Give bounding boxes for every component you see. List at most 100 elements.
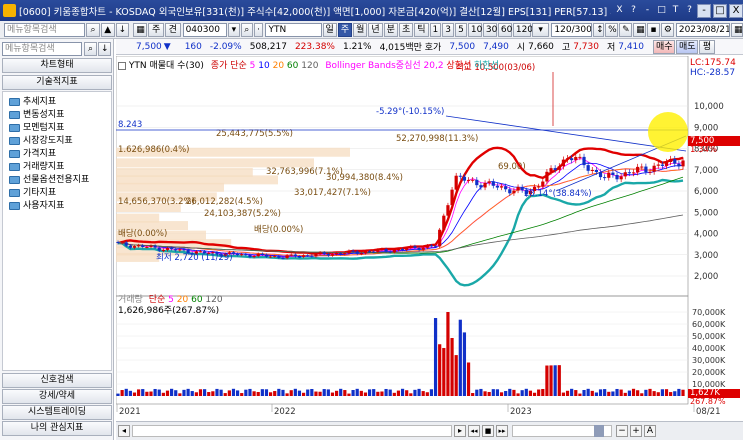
sell-button[interactable]: 매도: [676, 39, 698, 54]
interval-30[interactable]: 30: [482, 22, 497, 37]
help2-icon[interactable]: ?: [684, 5, 695, 16]
restore-small-icon[interactable]: □: [656, 5, 667, 16]
volume-bar: [124, 388, 128, 396]
indicator-search-input[interactable]: 메뉴항목검색: [2, 42, 82, 56]
tab-day[interactable]: 일: [322, 22, 337, 37]
tab-month[interactable]: 월: [353, 22, 368, 37]
volume-bar: [211, 391, 215, 396]
play-forward-icon[interactable]: ▸▸: [496, 425, 508, 437]
interval-3[interactable]: 3: [442, 22, 455, 37]
tab-week[interactable]: 주: [337, 22, 353, 37]
lock-icon[interactable]: ·: [253, 22, 264, 37]
zoom-out-icon[interactable]: −: [616, 425, 628, 437]
stop-icon[interactable]: ■: [482, 425, 494, 437]
volume-bar: [532, 392, 537, 396]
candle-body: [244, 254, 248, 256]
scroll-right-icon[interactable]: ▸: [454, 425, 466, 437]
interval-1[interactable]: 1: [429, 22, 442, 37]
settings-icon[interactable]: ⚙: [660, 22, 674, 37]
candle-body: [565, 158, 570, 160]
zoom-thumb[interactable]: [594, 425, 604, 437]
volume-bar: [561, 392, 566, 396]
layout-icon[interactable]: ▦: [133, 22, 148, 37]
maximize-button[interactable]: □: [713, 3, 727, 18]
date-input[interactable]: 2023/08/21: [675, 22, 730, 37]
close-button[interactable]: X: [729, 3, 743, 18]
market-button[interactable]: 견: [164, 22, 181, 37]
technical-indicator-button[interactable]: 기술적지표: [2, 75, 112, 90]
tree-item-momentum[interactable]: 모멘텀지표: [9, 122, 64, 134]
code-dropdown-icon[interactable]: ▾: [228, 22, 240, 37]
tree-item-trend[interactable]: 추세지표: [9, 96, 56, 108]
buy-button[interactable]: 매수: [653, 39, 675, 54]
tool-x-icon[interactable]: X: [614, 5, 625, 16]
grid-icon[interactable]: ▦: [633, 22, 647, 37]
font-size-icon[interactable]: A: [644, 425, 656, 437]
text-icon[interactable]: T: [670, 5, 681, 16]
bar-count-input[interactable]: 120/300: [551, 22, 593, 37]
tree-item-price[interactable]: 가격지표: [9, 148, 56, 160]
clear-button[interactable]: 평: [699, 39, 715, 54]
volume-bar: [623, 392, 627, 396]
tree-item-other[interactable]: 기타지표: [9, 187, 56, 199]
tree-item-user[interactable]: 사용자지표: [9, 200, 64, 212]
interval-5[interactable]: 5: [455, 22, 467, 37]
indicator-down-icon[interactable]: ↓: [98, 42, 111, 56]
system-trading-button[interactable]: 시스템트레이딩: [2, 405, 112, 420]
custom-interval[interactable]: ▾: [531, 22, 550, 37]
candle-body: [619, 176, 623, 180]
volume-profile-bar: [116, 182, 224, 192]
candle-body: [120, 242, 124, 244]
tab-year[interactable]: 년: [368, 22, 383, 37]
minimize-small-icon[interactable]: -: [642, 5, 653, 16]
volume-bar: [553, 365, 557, 396]
stock-code-input[interactable]: 040300: [182, 22, 228, 37]
signal-search-button[interactable]: 신호검색: [2, 373, 112, 388]
candle-body: [557, 166, 561, 170]
draw-icon[interactable]: ✎: [619, 22, 633, 37]
volume-bar: [268, 392, 273, 396]
help-icon[interactable]: ?: [628, 5, 639, 16]
candle-body: [153, 245, 157, 248]
menu-search-input[interactable]: 메뉴항목검색: [4, 22, 86, 37]
tab-tick[interactable]: 틱: [414, 22, 429, 37]
tree-item-volume[interactable]: 거래량지표: [9, 161, 64, 173]
code-search-icon[interactable]: ⌕: [240, 22, 253, 37]
tree-item-futures-options[interactable]: 선물옵션전용지표: [9, 174, 89, 186]
chart-area[interactable]: 25,443,775(5.5%) 52,270,998(11.3%) 32,763,…: [115, 55, 743, 440]
arrow-up-icon[interactable]: ▲: [100, 22, 115, 37]
tree-item-volatility[interactable]: 변동성지표: [9, 109, 64, 121]
count-spin-icon[interactable]: ↕: [593, 22, 605, 37]
play-back-icon[interactable]: ◂◂: [468, 425, 480, 437]
price-tick-label: 9,000: [694, 123, 718, 133]
candle-body: [471, 179, 475, 181]
tab-minute[interactable]: 분: [383, 22, 398, 37]
tab-second[interactable]: 초: [398, 22, 414, 37]
tree-item-market-strength[interactable]: 시장강도지표: [9, 135, 73, 147]
chart-scrollbar[interactable]: ◂ ▸ ◂◂ ■ ▸▸ − + A: [116, 421, 743, 440]
minimize-button[interactable]: -: [697, 3, 711, 18]
chart-type-button[interactable]: 차트형태: [2, 58, 112, 73]
scroll-track[interactable]: [132, 425, 452, 437]
type-button[interactable]: 주: [148, 22, 164, 37]
chart-percent-icon[interactable]: %: [605, 22, 619, 37]
candle-body: [285, 255, 289, 259]
volume-bar: [417, 388, 421, 396]
candle-body: [355, 251, 359, 254]
indicator-search-icon[interactable]: ⌕: [84, 42, 97, 56]
scroll-left-icon[interactable]: ◂: [118, 425, 130, 437]
interval-60[interactable]: 60: [497, 22, 512, 37]
strength-button[interactable]: 강세/약세: [2, 389, 112, 404]
arrow-down-icon[interactable]: ↓: [115, 22, 130, 37]
stock-chart[interactable]: 25,443,775(5.5%) 52,270,998(11.3%)32,763,…: [115, 55, 743, 421]
save-icon[interactable]: ▪: [647, 22, 660, 37]
search-icon[interactable]: ⌕: [86, 22, 100, 37]
zoom-in-icon[interactable]: +: [630, 425, 642, 437]
interval-10[interactable]: 10: [467, 22, 482, 37]
volume-bar: [227, 390, 231, 396]
candle-body: [182, 249, 186, 251]
calendar-icon[interactable]: ▦: [730, 22, 743, 37]
volume-bar: [458, 319, 462, 396]
my-indicators-button[interactable]: 나의 관심지표: [2, 421, 112, 436]
interval-120[interactable]: 120: [512, 22, 533, 37]
